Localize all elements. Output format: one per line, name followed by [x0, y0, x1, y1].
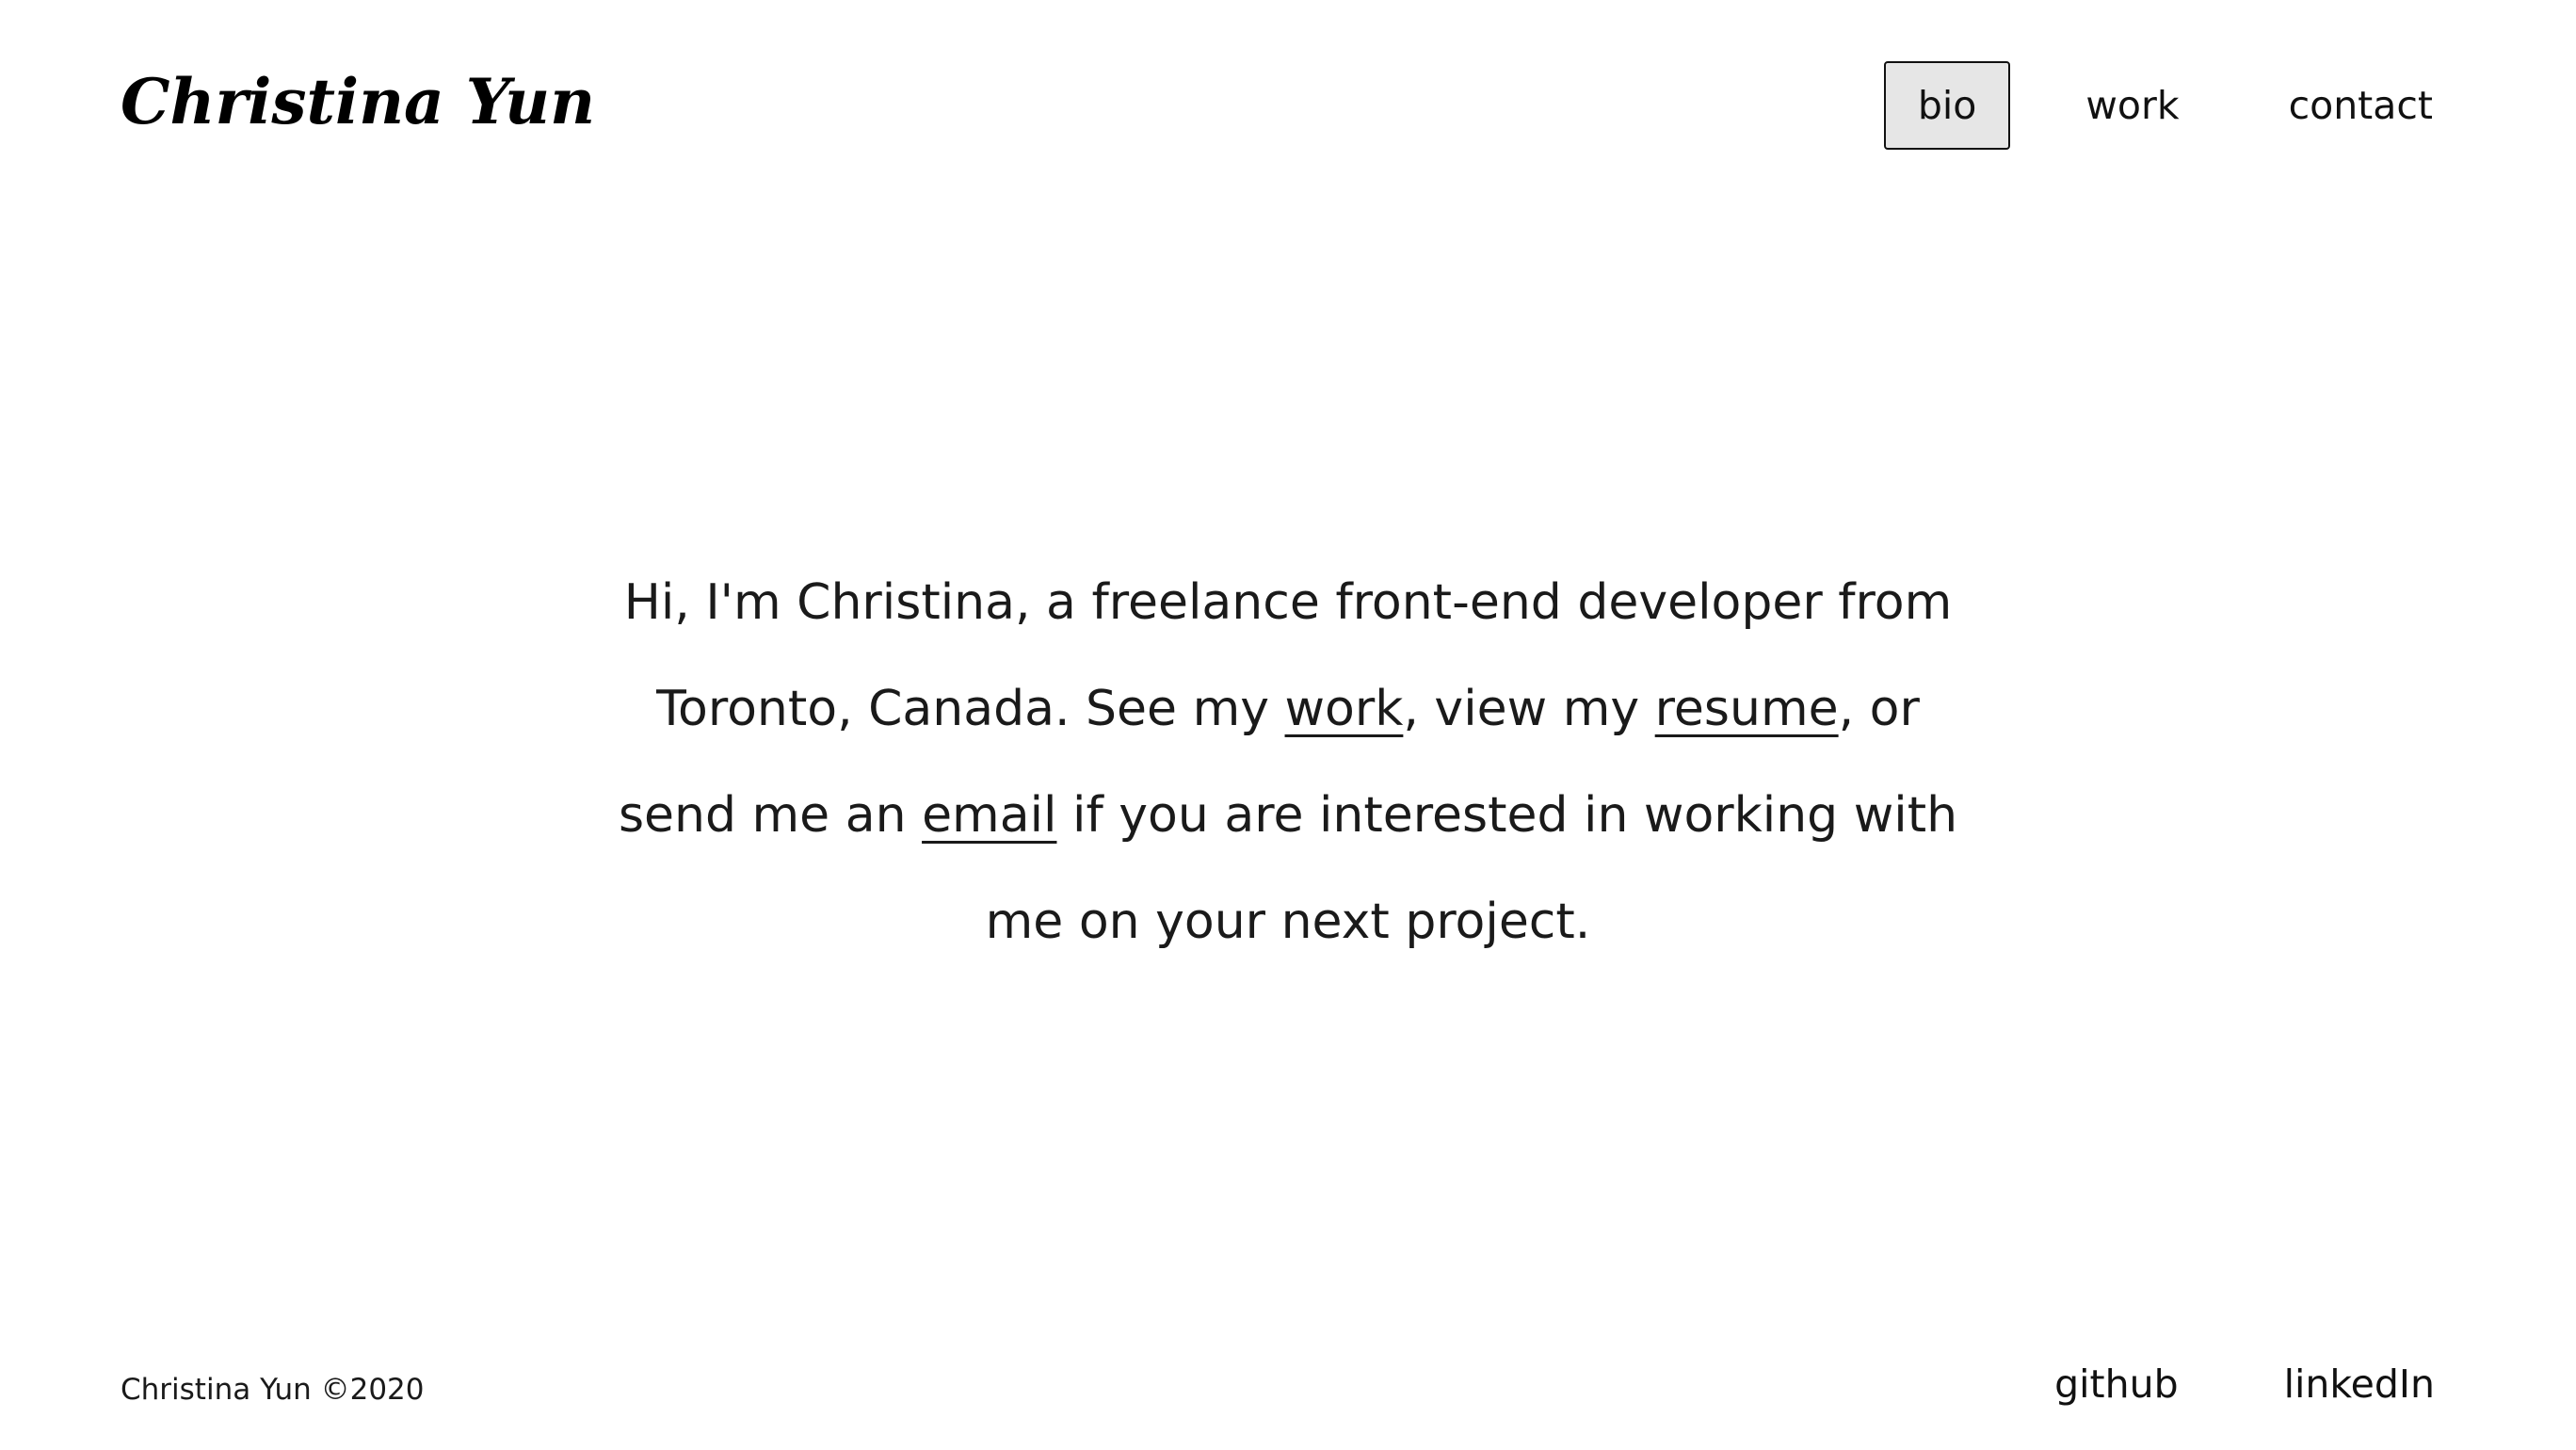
work-link[interactable]: work — [1285, 681, 1404, 737]
social-links: github linkedIn — [2054, 1361, 2435, 1407]
site-header: Christina Yun bio work contact — [0, 0, 2576, 207]
nav-bio-link[interactable]: bio — [1883, 61, 2011, 150]
linkedin-link[interactable]: linkedIn — [2284, 1361, 2435, 1407]
site-logo[interactable]: Christina Yun — [121, 45, 595, 158]
copyright-text: Christina Yun ©2020 — [121, 1373, 425, 1407]
resume-link[interactable]: resume — [1655, 681, 1839, 737]
main-nav: bio work contact — [1883, 60, 2435, 151]
bio-intro-text: Hi, I'm Christina, a freelance front-end… — [610, 550, 1966, 975]
github-link[interactable]: github — [2054, 1361, 2179, 1407]
intro-text-part4: if you are interested in working with me… — [985, 787, 1958, 950]
nav-work-link[interactable]: work — [2052, 61, 2213, 150]
site-footer: Christina Yun ©2020 github linkedIn — [0, 1356, 2576, 1431]
intro-text-part2: , view my — [1403, 681, 1655, 737]
nav-contact-link[interactable]: contact — [2255, 61, 2435, 150]
email-link[interactable]: email — [922, 787, 1056, 844]
